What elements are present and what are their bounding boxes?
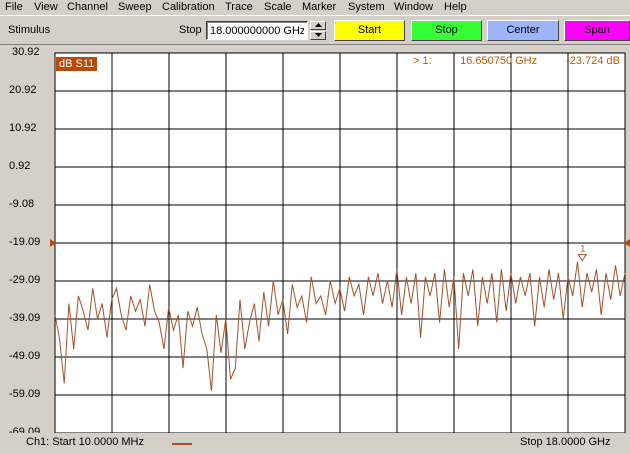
y-tick-label: -19.09 xyxy=(9,236,41,248)
y-tick-label: -49.09 xyxy=(9,350,41,362)
y-tick-label: 20.92 xyxy=(9,84,37,96)
marker-readout: > 1: 16.650750 GHz -23.724 dB xyxy=(413,55,620,67)
marker-value: -23.724 dB xyxy=(566,55,620,67)
y-tick-label: 0.92 xyxy=(9,160,31,172)
marker-number: 1 xyxy=(580,244,585,254)
y-tick-label: -9.08 xyxy=(9,198,35,210)
channel-start-frequency: Ch1: Start 10.0000 MHz xyxy=(26,436,145,448)
channel-stop-frequency: Stop 18.0000 GHz xyxy=(520,436,611,448)
y-tick-label: -39.09 xyxy=(9,312,41,324)
y-tick-label: 30.92 xyxy=(12,46,40,58)
y-tick-label: -59.09 xyxy=(9,388,41,400)
y-tick-label: -29.09 xyxy=(9,274,41,286)
trace-legend-swatch xyxy=(172,443,192,445)
trace-label-badge[interactable]: dB S11 xyxy=(56,57,98,71)
y-tick-label: 10.92 xyxy=(9,122,37,134)
marker-frequency: 16.650750 GHz xyxy=(460,55,538,67)
marker-id: > 1: xyxy=(413,55,432,67)
channel-status-bar: Ch1: Start 10.0000 MHz Stop 18.0000 GHz xyxy=(0,433,630,454)
